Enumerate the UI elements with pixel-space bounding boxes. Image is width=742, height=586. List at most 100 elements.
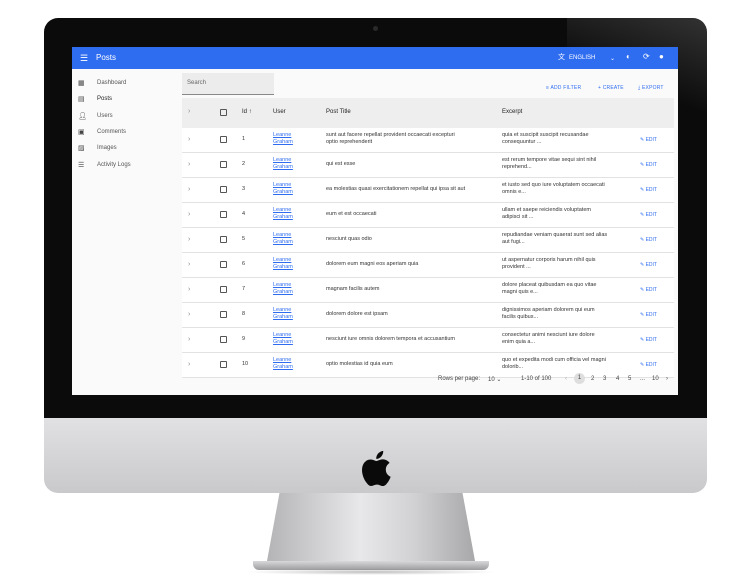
page-button-2[interactable]: 2 [591,376,594,382]
expand-row-icon[interactable]: › [188,211,190,218]
cell-user-link[interactable]: Leanne Graham [273,307,293,321]
expand-row-icon[interactable]: › [188,236,190,243]
create-button[interactable]: + CREATE [598,85,624,91]
table-row[interactable]: › 5 Leanne Graham nesciunt quas odio repudian… [182,228,674,253]
page-button-4[interactable]: 4 [616,376,619,382]
table-row[interactable]: › 2 Leanne Graham qui est esse est rerum temp… [182,153,674,178]
expand-row-icon[interactable]: › [188,336,190,343]
menu-icon[interactable]: ☰ [80,53,88,63]
expand-row-icon[interactable]: › [188,311,190,318]
search-placeholder: Search [187,80,207,86]
expand-row-icon[interactable]: › [188,186,190,193]
edit-button[interactable]: ✎ EDIT [640,162,657,168]
cell-user-link[interactable]: Leanne Graham [273,232,293,246]
sidebar: ▦ Dashboard ▤ Posts 👤︎ Users ▣ Comments … [78,75,178,173]
cell-id: 3 [242,186,246,192]
expand-row-icon[interactable]: › [188,286,190,293]
table-row[interactable]: › 1 Leanne Graham sunt aut facere repellat p… [182,128,674,153]
sidebar-item-comments[interactable]: ▣ Comments [78,124,178,140]
expand-row-icon[interactable]: › [188,261,190,268]
page-button-5[interactable]: 5 [628,376,631,382]
table-header: › Id ↑ User Post Title Excerpt [182,98,674,128]
add-filter-button[interactable]: ≡ ADD FILTER [546,85,581,91]
cell-user-link[interactable]: Leanne Graham [273,157,293,171]
cell-post-title: eum et est occaecati [326,211,377,217]
cell-user-link[interactable]: Leanne Graham [273,257,293,271]
page-button-10[interactable]: 10 [652,376,659,382]
edit-button[interactable]: ✎ EDIT [640,262,657,268]
row-checkbox[interactable] [220,286,227,293]
cell-user-link[interactable]: Leanne Graham [273,282,293,296]
cell-id: 8 [242,311,246,317]
language-selector[interactable]: ENGLISH [569,54,595,62]
page-button-3[interactable]: 3 [603,376,606,382]
previous-page-icon[interactable]: ‹ [565,376,567,382]
sidebar-item-users[interactable]: 👤︎ Users [78,108,178,124]
pencil-icon: ✎ [640,162,645,168]
cell-id: 7 [242,286,246,292]
expand-row-icon[interactable]: › [188,361,190,368]
cell-post-title: ea molestias quasi exercitationem repell… [326,186,466,192]
page-ellipsis: ... [640,376,646,382]
edit-button[interactable]: ✎ EDIT [640,287,657,293]
column-header-post-title[interactable]: Post Title [326,109,351,115]
column-header-id[interactable]: Id ↑ [242,109,252,115]
page-button-1[interactable]: 1 [574,373,585,384]
row-checkbox[interactable] [220,161,227,168]
expand-row-icon[interactable]: › [188,161,190,168]
row-checkbox[interactable] [220,186,227,193]
edit-button[interactable]: ✎ EDIT [640,187,657,193]
account-icon[interactable]: ● [659,52,664,62]
cell-post-title: optio molestias id quia eum [326,361,393,367]
table-row[interactable]: › 8 Leanne Graham dolorem dolore est ipsam di… [182,303,674,328]
expand-all-icon[interactable]: › [188,108,190,115]
page-title: Posts [96,53,117,62]
cell-excerpt: repudiandae veniam quaerat sunt sed alia… [502,232,608,245]
sidebar-item-dashboard[interactable]: ▦ Dashboard [78,75,178,91]
row-checkbox[interactable] [220,211,227,218]
table-row[interactable]: › 4 Leanne Graham eum et est occaecati ullam … [182,203,674,228]
row-checkbox[interactable] [220,361,227,368]
theme-toggle-icon[interactable]: ◐ [626,52,631,62]
cell-user-link[interactable]: Leanne Graham [273,132,293,146]
sidebar-item-activity-logs[interactable]: ☰ Activity Logs [78,156,178,172]
select-all-checkbox[interactable] [220,109,227,116]
table-row[interactable]: › 9 Leanne Graham nesciunt iure omnis dolore… [182,328,674,353]
rows-per-page-select[interactable]: 10 ⌄ [488,376,501,383]
row-checkbox[interactable] [220,136,227,143]
table-row[interactable]: › 7 Leanne Graham magnam facilis autem dolore… [182,278,674,303]
cell-id: 10 [242,361,249,367]
table-row[interactable]: › 3 Leanne Graham ea molestias quasi exercit… [182,178,674,203]
cell-user-link[interactable]: Leanne Graham [273,182,293,196]
edit-button[interactable]: ✎ EDIT [640,337,657,343]
row-checkbox[interactable] [220,261,227,268]
expand-row-icon[interactable]: › [188,136,190,143]
column-header-excerpt: Excerpt [502,109,523,115]
column-header-user[interactable]: User [273,109,286,115]
row-checkbox[interactable] [220,311,227,318]
edit-button[interactable]: ✎ EDIT [640,312,657,318]
chevron-down-icon[interactable]: ⌄ [610,54,615,64]
pencil-icon: ✎ [640,312,645,318]
table-row[interactable]: › 6 Leanne Graham dolorem eum magni eos aper… [182,253,674,278]
sidebar-item-posts[interactable]: ▤ Posts [78,91,178,107]
cell-user-link[interactable]: Leanne Graham [273,207,293,221]
cell-post-title: nesciunt iure omnis dolorem tempora et a… [326,336,456,342]
edit-button[interactable]: ✎ EDIT [640,237,657,243]
edit-button[interactable]: ✎ EDIT [640,212,657,218]
row-checkbox[interactable] [220,236,227,243]
sidebar-item-images[interactable]: ▨ Images [78,140,178,156]
comment-icon: ▣ [78,129,85,137]
refresh-icon[interactable]: ⟳ [643,52,650,62]
export-button[interactable]: ⤓ EXPORT [638,85,664,91]
translate-icon[interactable]: 文 [558,53,565,63]
posts-table: › Id ↑ User Post Title Excerpt › 1 Leanne G… [182,98,674,378]
next-page-icon[interactable]: › [666,376,668,382]
pencil-icon: ✎ [640,262,645,268]
cell-id: 1 [242,136,246,142]
row-checkbox[interactable] [220,336,227,343]
search-input[interactable]: Search [182,73,274,95]
dashboard-icon: ▦ [78,80,85,88]
cell-user-link[interactable]: Leanne Graham [273,332,293,346]
edit-button[interactable]: ✎ EDIT [640,137,657,143]
